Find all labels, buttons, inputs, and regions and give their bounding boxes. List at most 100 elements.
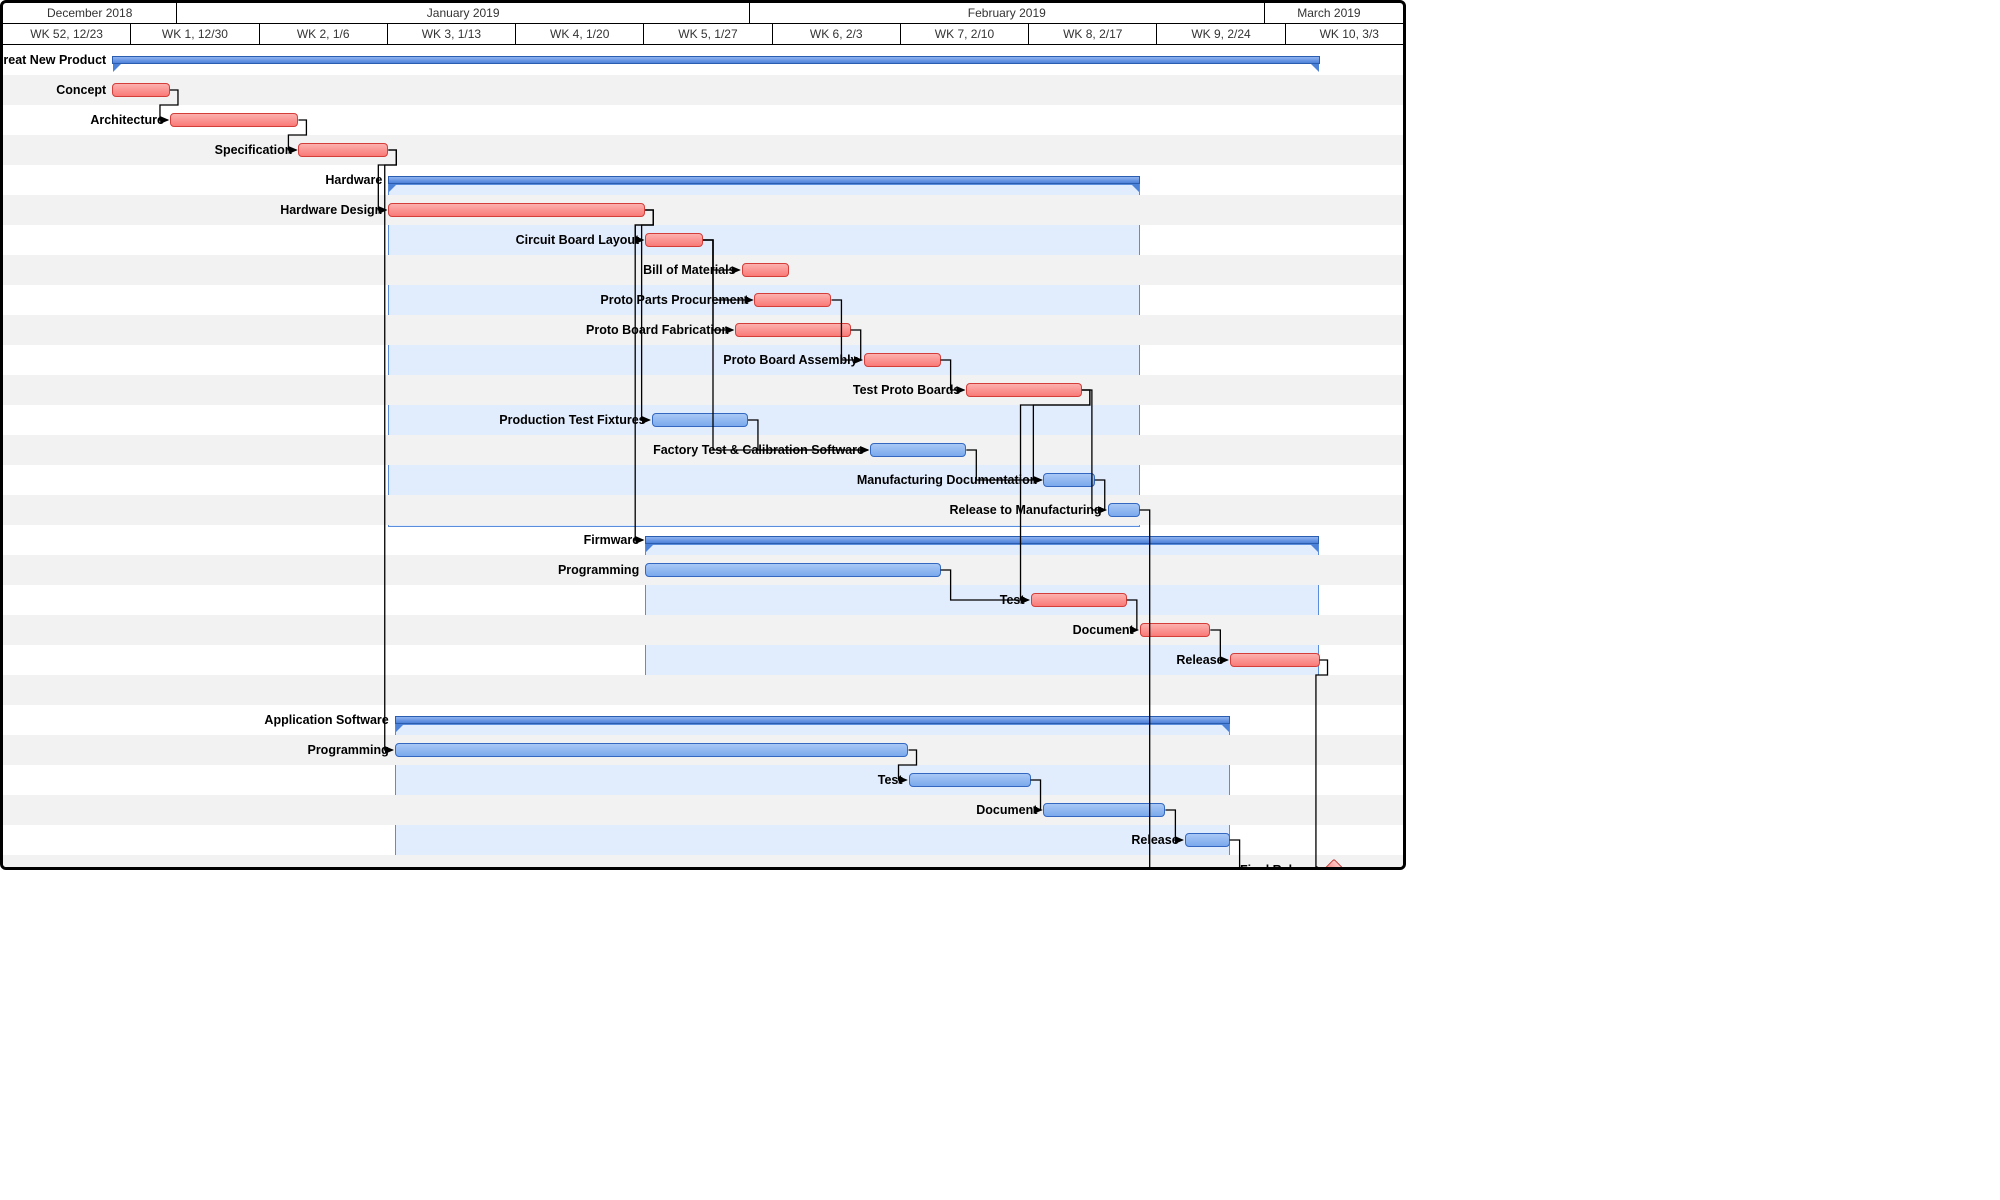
task-label: Final Release — [1240, 863, 1326, 870]
gantt-row: Proto Board Assembly — [3, 345, 1403, 375]
gantt-row: Programming — [3, 735, 1403, 765]
task-label: Release to Manufacturing — [949, 503, 1107, 517]
task-label: Release — [1131, 833, 1184, 847]
task-bar[interactable] — [870, 443, 966, 457]
task-bar[interactable] — [1043, 473, 1094, 487]
task-bar[interactable] — [645, 233, 703, 247]
week-cell: WK 52, 12/23 — [3, 24, 131, 44]
gantt-row: Specification — [3, 135, 1403, 165]
gantt-row: Test Proto Boards — [3, 375, 1403, 405]
month-cell: February 2019 — [750, 3, 1265, 23]
gantt-row: Release — [3, 645, 1403, 675]
task-label: Proto Board Fabrication — [586, 323, 735, 337]
task-label: Programming — [558, 563, 645, 577]
milestone-diamond[interactable] — [1323, 859, 1346, 870]
task-bar[interactable] — [298, 143, 388, 157]
task-bar[interactable] — [1230, 653, 1320, 667]
month-cell: March 2019 — [1265, 3, 1393, 23]
gantt-row: Programming — [3, 555, 1403, 585]
task-bar[interactable] — [966, 383, 1082, 397]
task-bar[interactable] — [1108, 503, 1140, 517]
week-cell: WK 4, 1/20 — [516, 24, 644, 44]
summary-bar[interactable] — [388, 176, 1139, 184]
gantt-row: Firmware — [3, 525, 1403, 555]
week-cell: WK 3, 1/13 — [388, 24, 516, 44]
gantt-row — [3, 675, 1403, 705]
task-label: Application Software — [264, 713, 394, 727]
task-bar[interactable] — [388, 203, 645, 217]
task-label: Document — [976, 803, 1043, 817]
task-label: Factory Test & Calibration Software — [653, 443, 870, 457]
task-label: Hardware — [325, 173, 388, 187]
task-label: Programming — [307, 743, 394, 757]
week-cell: WK 1, 12/30 — [131, 24, 259, 44]
task-bar[interactable] — [1043, 803, 1165, 817]
task-label: Proto Parts Procurement — [600, 293, 754, 307]
task-label: Architecture — [90, 113, 170, 127]
task-bar[interactable] — [742, 263, 790, 277]
month-cell: December 2018 — [3, 3, 177, 23]
task-label: Specification — [215, 143, 299, 157]
gantt-row: Hardware — [3, 165, 1403, 195]
task-bar[interactable] — [645, 563, 940, 577]
summary-bar[interactable] — [112, 56, 1319, 64]
gantt-row: Document — [3, 615, 1403, 645]
gantt-row: Hardware Design — [3, 195, 1403, 225]
gantt-row: Your Great New Product — [3, 45, 1403, 75]
week-cell: WK 6, 2/3 — [773, 24, 901, 44]
task-label: Bill of Materials — [643, 263, 741, 277]
week-cell: WK 8, 2/17 — [1029, 24, 1157, 44]
task-label: Concept — [56, 83, 112, 97]
summary-bar[interactable] — [645, 536, 1319, 544]
gantt-row: Concept — [3, 75, 1403, 105]
task-label: Release — [1176, 653, 1229, 667]
week-cell: WK 5, 1/27 — [644, 24, 772, 44]
gantt-row: Application Software — [3, 705, 1403, 735]
gantt-row: Release — [3, 825, 1403, 855]
task-label: Document — [1073, 623, 1140, 637]
gantt-row: Test — [3, 585, 1403, 615]
task-bar[interactable] — [1031, 593, 1127, 607]
chart-body: Your Great New Product Concept Architectur… — [3, 45, 1403, 869]
gantt-row: Proto Board Fabrication — [3, 315, 1403, 345]
task-label: Proto Board Assembly — [723, 353, 863, 367]
task-label: Test Proto Boards — [853, 383, 966, 397]
task-label: Test — [878, 773, 909, 787]
gantt-row: Production Test Fixtures — [3, 405, 1403, 435]
gantt-row: Circuit Board Layout — [3, 225, 1403, 255]
task-bar[interactable] — [1140, 623, 1211, 637]
task-bar[interactable] — [170, 113, 298, 127]
task-bar[interactable] — [909, 773, 1031, 787]
task-label: Firmware — [584, 533, 646, 547]
task-label: Hardware Design — [280, 203, 388, 217]
week-cell: WK 7, 2/10 — [901, 24, 1029, 44]
week-cell: WK 9, 2/24 — [1157, 24, 1285, 44]
gantt-row: Document — [3, 795, 1403, 825]
gantt-row: Bill of Materials — [3, 255, 1403, 285]
gantt-frame: December 2018January 2019February 2019Ma… — [0, 0, 1406, 870]
task-bar[interactable] — [112, 83, 170, 97]
month-cell: January 2019 — [177, 3, 750, 23]
task-bar[interactable] — [864, 353, 941, 367]
task-label: Production Test Fixtures — [499, 413, 651, 427]
gantt-row: Factory Test & Calibration Software — [3, 435, 1403, 465]
task-bar[interactable] — [395, 743, 909, 757]
gantt-row: Test — [3, 765, 1403, 795]
task-bar[interactable] — [735, 323, 851, 337]
timeline-weeks: WK 52, 12/23WK 1, 12/30WK 2, 1/6WK 3, 1/… — [3, 24, 1403, 45]
task-bar[interactable] — [1185, 833, 1230, 847]
task-label: Circuit Board Layout — [516, 233, 646, 247]
gantt-row: Manufacturing Documentation — [3, 465, 1403, 495]
task-bar[interactable] — [754, 293, 831, 307]
task-label: Manufacturing Documentation — [857, 473, 1044, 487]
gantt-row: Architecture — [3, 105, 1403, 135]
task-label: Test — [1000, 593, 1031, 607]
week-cell: WK 10, 3/3 — [1286, 24, 1406, 44]
task-label: Your Great New Product — [0, 53, 112, 67]
gantt-row: Release to Manufacturing — [3, 495, 1403, 525]
task-bar[interactable] — [652, 413, 748, 427]
week-cell: WK 2, 1/6 — [260, 24, 388, 44]
gantt-row: Final Release — [3, 855, 1403, 870]
timeline-months: December 2018January 2019February 2019Ma… — [3, 3, 1403, 24]
summary-bar[interactable] — [395, 716, 1230, 724]
